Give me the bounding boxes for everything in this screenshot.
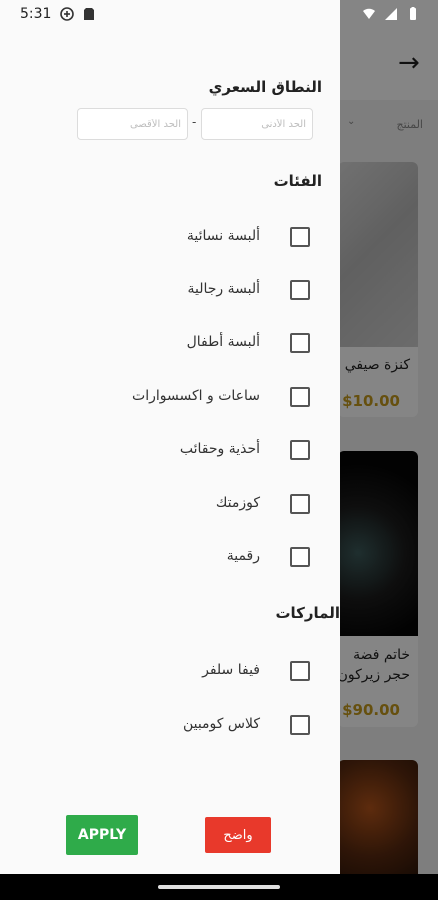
category-label: ألبسة رجالية	[187, 281, 260, 297]
brand-checkbox[interactable]	[290, 661, 310, 681]
clear-button[interactable]: واضح	[205, 817, 271, 853]
category-checkbox[interactable]	[290, 440, 310, 460]
price-range-title: النطاق السعري	[208, 78, 322, 96]
category-checkbox[interactable]	[290, 547, 310, 567]
navigation-bar	[0, 874, 438, 900]
status-time: 5:31	[20, 6, 52, 22]
apply-button[interactable]: APPLY	[66, 815, 138, 855]
category-checkbox[interactable]	[290, 227, 310, 247]
category-item[interactable]: أحذية وحقائب	[120, 437, 340, 467]
category-label: كوزمتك	[215, 495, 260, 511]
category-item[interactable]: ألبسة رجالية	[120, 277, 340, 307]
category-label: ألبسة نسائية	[186, 228, 260, 244]
category-checkbox[interactable]	[290, 333, 310, 353]
category-checkbox[interactable]	[290, 387, 310, 407]
sim-card-icon	[84, 8, 94, 20]
category-checkbox[interactable]	[290, 280, 310, 300]
brand-label: كلاس كومبين	[182, 716, 260, 732]
gamepad-icon	[60, 7, 74, 21]
min-price-input[interactable]	[201, 108, 313, 140]
brand-label: فيفا سلفر	[202, 662, 260, 678]
category-label: ساعات و اكسسوارات	[132, 388, 260, 404]
category-item[interactable]: ساعات و اكسسوارات	[120, 384, 340, 414]
cellular-signal-icon	[385, 8, 397, 20]
category-label: ألبسة أطفال	[186, 334, 260, 350]
category-item[interactable]: ألبسة نسائية	[120, 224, 340, 254]
brands-title: الماركات	[275, 604, 340, 622]
categories-title: الفئات	[273, 172, 322, 190]
category-item[interactable]: كوزمتك	[120, 491, 340, 521]
brand-item[interactable]: فيفا سلفر	[120, 658, 340, 688]
category-item[interactable]: ألبسة أطفال	[120, 330, 340, 360]
category-checkbox[interactable]	[290, 494, 310, 514]
category-label: أحذية وحقائب	[179, 441, 260, 457]
brand-item[interactable]: كلاس كومبين	[120, 712, 340, 742]
battery-icon	[410, 7, 416, 20]
home-gesture-handle[interactable]	[158, 885, 280, 889]
filter-drawer: 5:31 النطاق السعري - الفئات ألبسة نسائية…	[0, 0, 340, 874]
brand-checkbox[interactable]	[290, 715, 310, 735]
wifi-icon	[363, 8, 375, 19]
max-price-input[interactable]	[77, 108, 188, 140]
price-range-separator: -	[192, 115, 197, 129]
category-item[interactable]: رقمية	[120, 544, 340, 574]
category-label: رقمية	[226, 548, 260, 564]
